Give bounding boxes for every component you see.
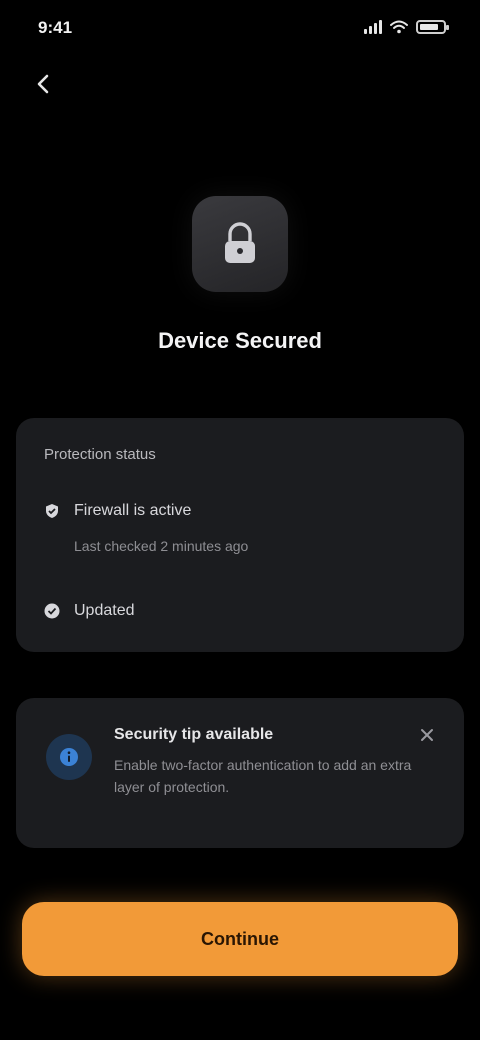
signal-icon [364,20,382,34]
info-icon [46,734,92,780]
back-button[interactable] [22,62,66,106]
check-icon [44,603,60,619]
continue-button[interactable]: Continue [22,902,458,976]
hero-icon-tile [192,196,288,292]
alert-title: Security tip available [114,726,274,743]
info-card-title: Protection status [44,446,156,463]
chevron-left-icon [37,74,49,94]
wifi-icon [390,20,408,34]
info-row-firewall: Firewall is active [44,502,191,520]
status-time: 9:41 [38,18,73,37]
status-indicators [364,20,449,34]
info-card: Protection status Firewall is active Las… [16,418,464,652]
battery-icon [416,20,449,34]
info-row-sub: Last checked 2 minutes ago [74,538,249,554]
shield-check-icon [44,503,60,519]
lock-icon [225,222,255,263]
info-row-updated: Updated [44,602,135,620]
info-row-label: Updated [74,602,135,619]
alert-card[interactable]: Security tip available Enable two-factor… [16,698,464,848]
hero-title: Device Secured [158,328,322,353]
alert-body: Enable two-factor authentication to add … [114,757,412,795]
close-icon [421,729,433,741]
info-row-label: Firewall is active [74,502,192,519]
status-bar: 9:41 [0,0,480,60]
battery-level [420,24,439,30]
alert-close-button[interactable] [412,720,442,750]
